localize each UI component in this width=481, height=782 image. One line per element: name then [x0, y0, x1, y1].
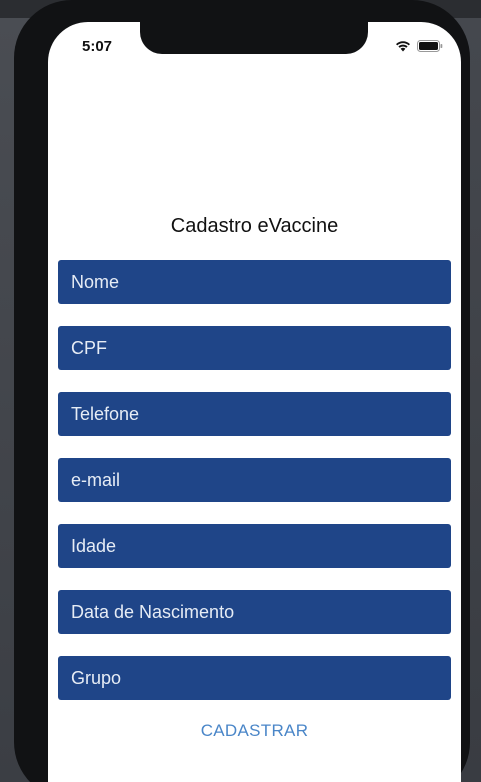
status-bar-icons: [395, 40, 443, 52]
name-input[interactable]: [69, 259, 451, 305]
notch: [140, 22, 368, 54]
status-bar-time: 5:07: [82, 38, 113, 55]
register-button[interactable]: CADASTRAR: [48, 720, 461, 742]
email-input[interactable]: [69, 457, 451, 503]
cpf-input[interactable]: [69, 325, 451, 371]
page-title: Cadastro eVaccine: [170, 215, 339, 237]
phone-field[interactable]: [58, 391, 451, 437]
age-field[interactable]: [58, 523, 451, 569]
group-field[interactable]: [58, 655, 451, 701]
phone-device-frame: 5:07 Cadastro eVaccine Nome CPF Telefone…: [14, 0, 470, 782]
group-input[interactable]: [69, 655, 451, 701]
battery-icon: [417, 40, 443, 52]
name-field[interactable]: [58, 259, 451, 305]
phone-input[interactable]: [69, 391, 451, 437]
birthdate-field[interactable]: [58, 589, 451, 635]
cpf-field[interactable]: [58, 325, 451, 371]
age-input[interactable]: [69, 523, 451, 569]
wifi-icon: [395, 40, 411, 52]
birthdate-input[interactable]: [69, 589, 451, 635]
email-field[interactable]: [58, 457, 451, 503]
phone-screen: 5:07 Cadastro eVaccine Nome CPF Telefone…: [48, 22, 461, 782]
